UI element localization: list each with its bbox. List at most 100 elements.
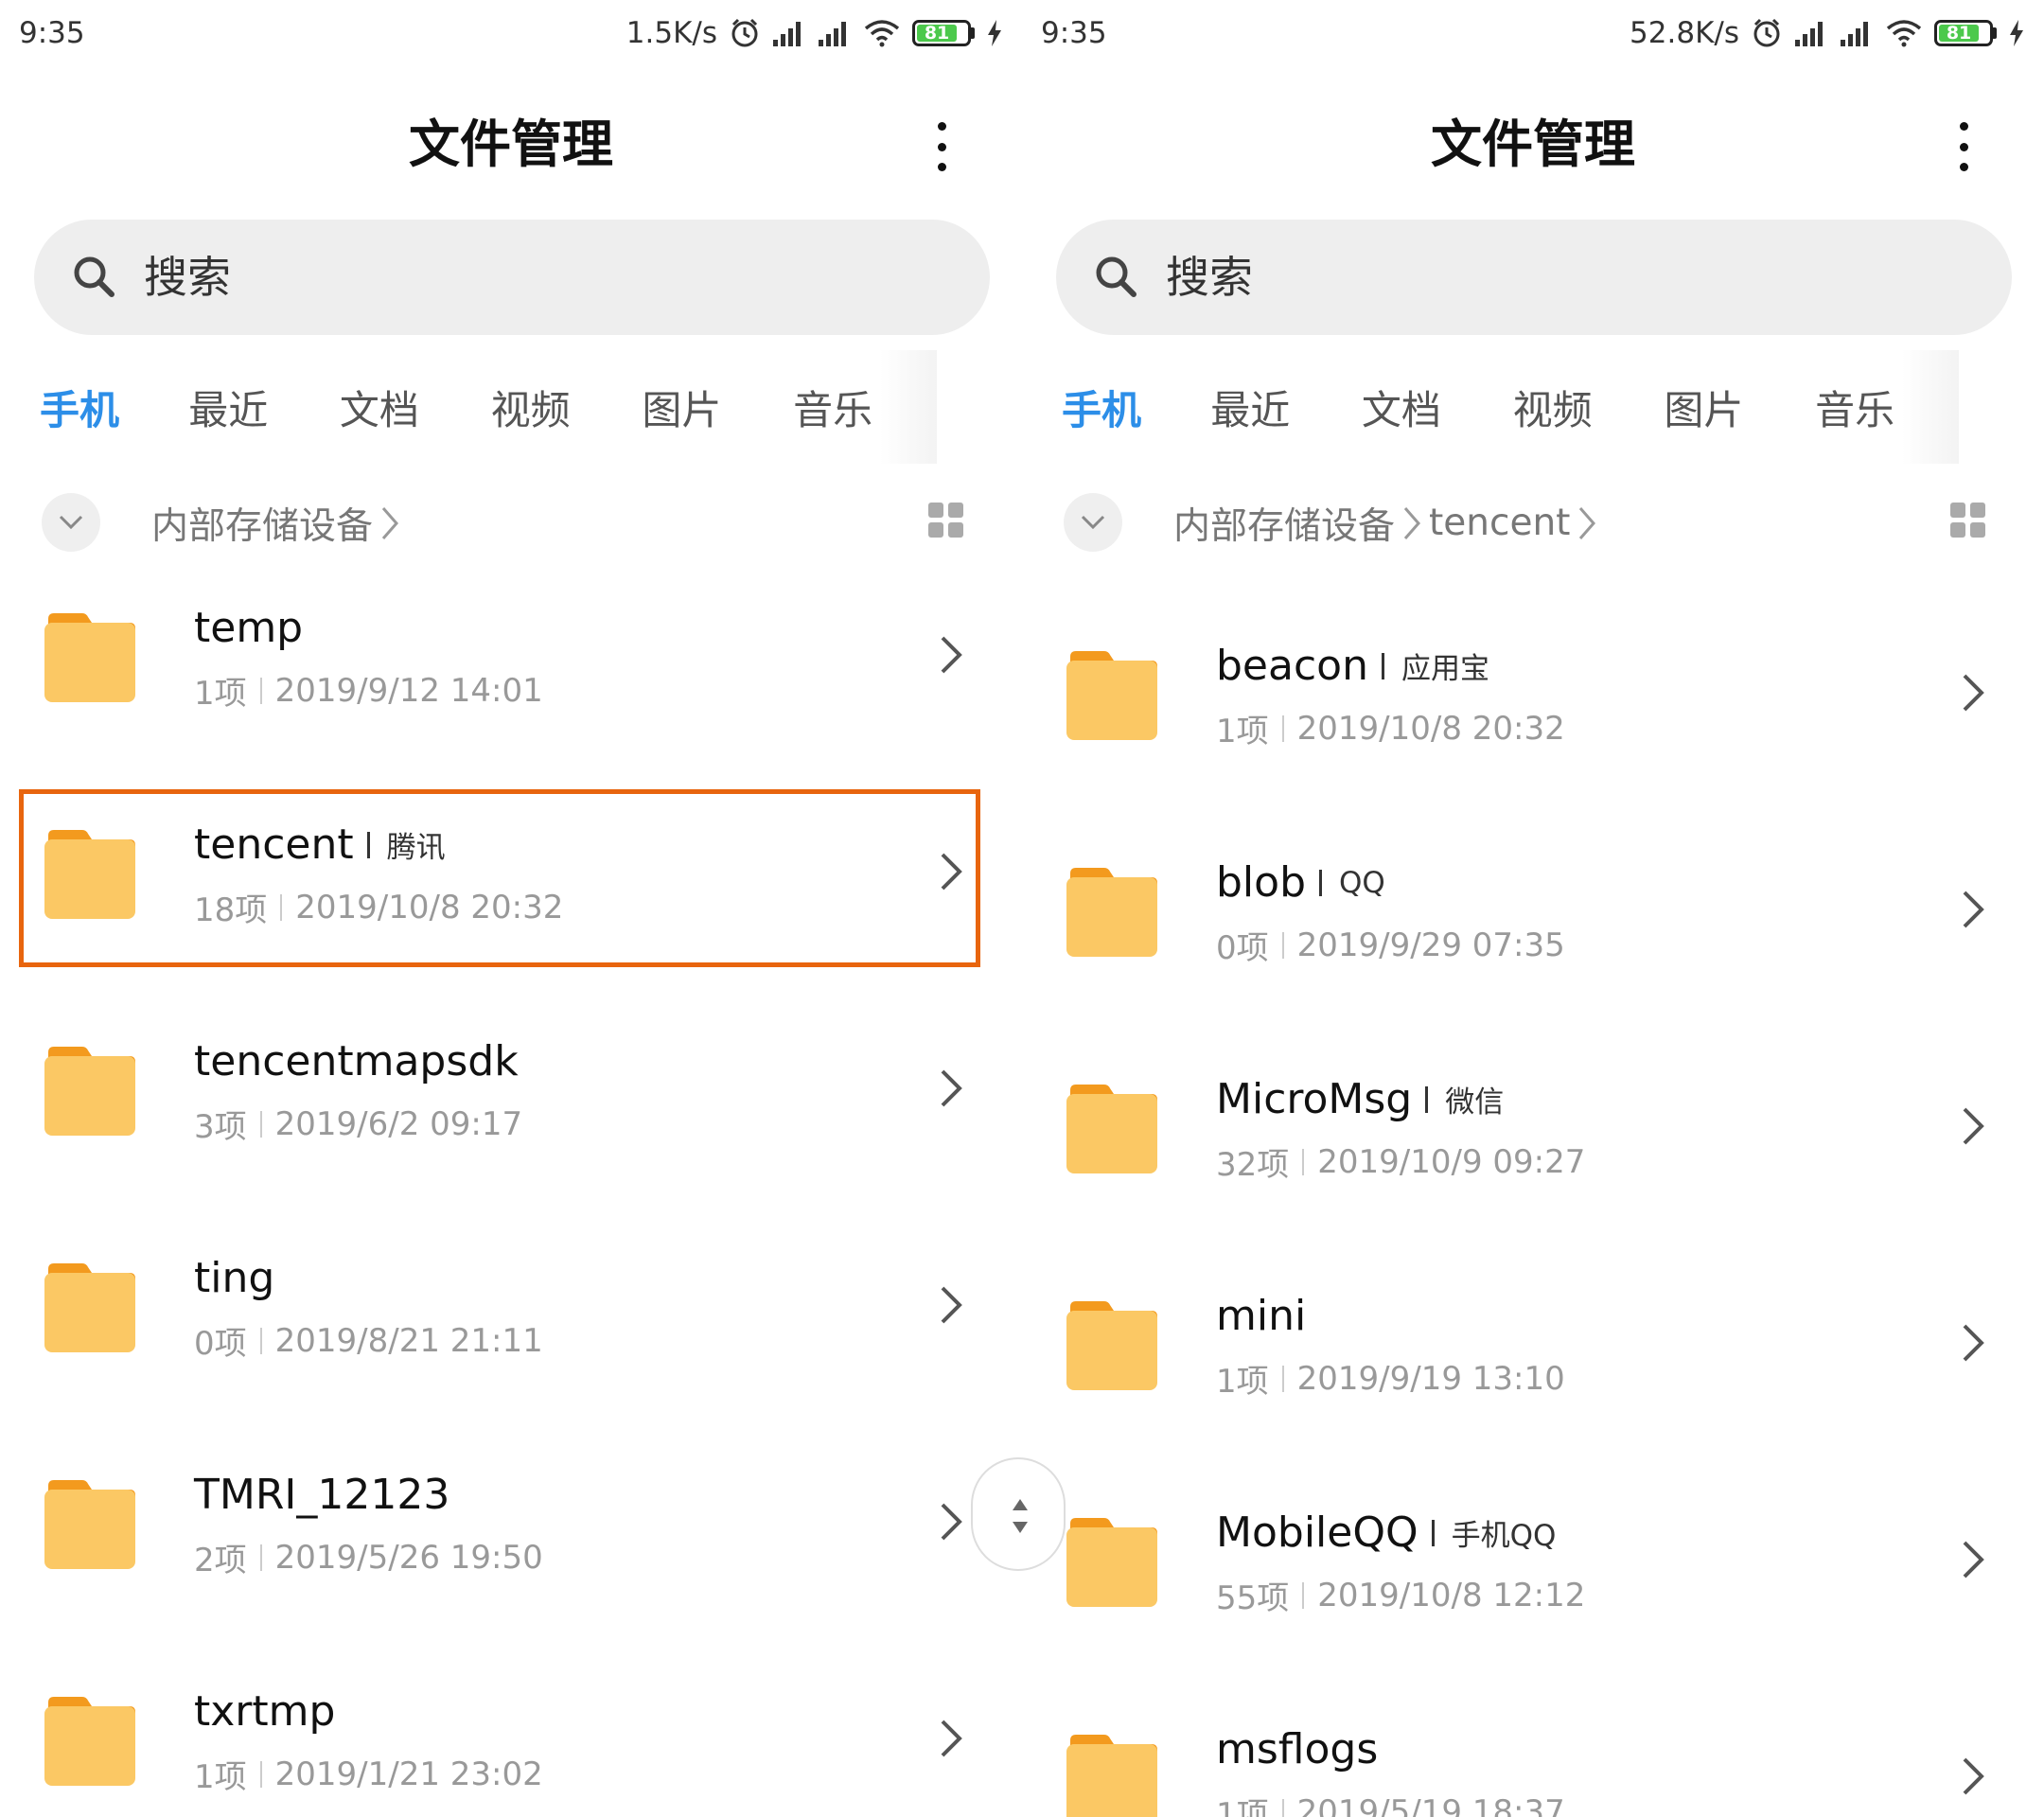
folder-name: temp (194, 604, 304, 652)
page-title: 文件管理 (1431, 115, 1635, 174)
more-options-button[interactable] (1930, 118, 1997, 175)
tab-1[interactable]: 最近 (1174, 369, 1326, 445)
folder-meta: 1项 2019/1/21 23:02 (194, 1751, 543, 1797)
tab-0[interactable]: 手机 (0, 369, 152, 445)
page-title: 文件管理 (409, 115, 613, 174)
search-icon (1096, 256, 1137, 297)
folder-row[interactable]: blob QQ 0项 2019/9/29 07:35 (1022, 813, 2044, 983)
folder-icon (43, 1045, 137, 1139)
chevron-right-icon (937, 1718, 965, 1759)
folder-row[interactable]: txrtmp 1项 2019/1/21 23:02 (0, 1642, 1022, 1812)
signal-icon (773, 22, 801, 46)
folder-meta: 3项 2019/6/2 09:17 (194, 1101, 522, 1147)
file-manager-screen: 9:35 1.5K/s 81 文件管理 手机最近文档视频图片音乐 (0, 0, 1022, 1817)
chevron-right-icon (1959, 1105, 1987, 1147)
folder-row[interactable]: ting 0项 2019/8/21 21:11 (0, 1208, 1022, 1379)
item-count: 1项 (194, 675, 247, 713)
breadcrumb-row: 内部存储设备 tencent (1022, 487, 2044, 558)
folder-name: MobileQQ (1216, 1508, 1418, 1557)
breadcrumb-item[interactable]: tencent (1429, 502, 1570, 544)
folder-row[interactable]: temp 1项 2019/9/12 14:01 (0, 558, 1022, 729)
battery-level: 81 (917, 23, 958, 44)
tab-3[interactable]: 视频 (455, 369, 607, 445)
grid-view-icon[interactable] (927, 502, 965, 539)
folder-name-line: txrtmp (194, 1687, 335, 1736)
folder-name: beacon (1216, 642, 1368, 690)
scroll-arrows-icon (1013, 1499, 1028, 1533)
folder-icon (1065, 1083, 1159, 1177)
tab-2[interactable]: 文档 (1326, 369, 1477, 445)
wifi-icon (864, 20, 900, 47)
modified-date: 2019/5/26 19:50 (274, 1538, 543, 1577)
modified-date: 2019/9/12 14:01 (274, 671, 543, 710)
folder-meta: 18项 2019/10/8 20:32 (194, 884, 563, 930)
collapse-button[interactable] (1064, 493, 1122, 552)
chevron-right-icon (1959, 672, 1987, 714)
item-count: 0项 (1216, 929, 1269, 967)
folder-row[interactable]: beacon 应用宝 1项 2019/10/8 20:32 (1022, 596, 2044, 767)
item-count: 0项 (194, 1325, 247, 1363)
modified-date: 2019/10/9 09:27 (1317, 1142, 1586, 1181)
app-tag-label: 手机QQ (1451, 1519, 1557, 1553)
folder-row[interactable]: tencentmapsdk 3项 2019/6/2 09:17 (0, 992, 1022, 1162)
signal-icon (819, 22, 846, 46)
search-input[interactable] (1166, 252, 1923, 303)
chevron-right-icon (937, 634, 965, 676)
folder-icon (43, 1695, 137, 1790)
app-tag: 微信 (1425, 1078, 1504, 1120)
item-count: 2项 (194, 1542, 247, 1579)
search-bar[interactable] (1056, 220, 2012, 335)
tab-4[interactable]: 图片 (1629, 369, 1780, 445)
signal-icon (1795, 22, 1823, 46)
folder-icon (1065, 649, 1159, 744)
chevron-right-icon (1959, 1755, 1987, 1797)
tab-3[interactable]: 视频 (1477, 369, 1629, 445)
tab-0[interactable]: 手机 (1022, 369, 1174, 445)
modified-date: 2019/10/8 20:32 (1296, 709, 1565, 748)
folder-icon (1065, 1299, 1159, 1394)
folder-icon (43, 1261, 137, 1356)
network-speed: 52.8K/s (1630, 16, 1739, 50)
folder-row[interactable]: msflogs 1项 2019/5/19 18:37 (1022, 1680, 2044, 1817)
app-tag: 腾讯 (366, 823, 446, 866)
charging-icon (2010, 20, 2023, 46)
tab-2[interactable]: 文档 (304, 369, 455, 445)
chevron-right-icon (1959, 1322, 1987, 1364)
folder-row[interactable]: mini 1项 2019/9/19 13:10 (1022, 1246, 2044, 1417)
network-speed: 1.5K/s (626, 16, 717, 50)
app-tag-label: 微信 (1445, 1085, 1505, 1120)
chevron-right-icon (937, 1067, 965, 1109)
folder-icon (1065, 1516, 1159, 1611)
folder-row[interactable]: MicroMsg 微信 32项 2019/10/9 09:27 (1022, 1030, 2044, 1200)
grid-view-icon[interactable] (1949, 502, 1987, 539)
app-tag: QQ (1319, 866, 1385, 900)
folder-row[interactable]: MobileQQ 手机QQ 55项 2019/10/8 12:12 (1022, 1463, 2044, 1633)
floating-scroll-handle[interactable] (971, 1457, 1066, 1571)
search-bar[interactable] (34, 220, 990, 335)
app-tag-label: 应用宝 (1401, 652, 1489, 686)
folder-icon (43, 828, 137, 923)
tab-1[interactable]: 最近 (152, 369, 304, 445)
breadcrumb-item[interactable]: 内部存储设备 (151, 497, 373, 550)
app-tag-label: QQ (1339, 865, 1385, 900)
folder-name: MicroMsg (1216, 1075, 1413, 1123)
folder-meta: 1项 2019/9/19 13:10 (1216, 1355, 1565, 1402)
folder-row[interactable]: TMRI_12123 2项 2019/5/26 19:50 (0, 1425, 1022, 1596)
status-bar: 9:35 52.8K/s 81 (1022, 0, 2044, 66)
folder-name-line: tencentmapsdk (194, 1037, 519, 1085)
file-manager-screen: 9:35 52.8K/s 81 文件管理 手机最近文档视频图片音乐 (1022, 0, 2044, 1817)
category-tabs: 手机 最近 文档 视频 图片 音乐 (0, 369, 908, 445)
collapse-button[interactable] (42, 493, 100, 552)
folder-meta: 2项 2019/5/26 19:50 (194, 1534, 543, 1580)
folder-meta: 1项 2019/9/12 14:01 (194, 667, 543, 714)
item-count: 3项 (194, 1108, 247, 1146)
breadcrumb-item[interactable]: 内部存储设备 (1173, 497, 1395, 550)
modified-date: 2019/10/8 12:12 (1317, 1576, 1586, 1614)
search-input[interactable] (144, 252, 901, 303)
app-tag: 应用宝 (1381, 644, 1489, 687)
more-options-button[interactable] (908, 118, 975, 175)
tab-4[interactable]: 图片 (607, 369, 758, 445)
folder-icon (1065, 1733, 1159, 1817)
breadcrumb: 内部存储设备 (151, 487, 401, 558)
folder-row[interactable]: tencent 腾讯 18项 2019/10/8 20:32 (0, 775, 1022, 945)
